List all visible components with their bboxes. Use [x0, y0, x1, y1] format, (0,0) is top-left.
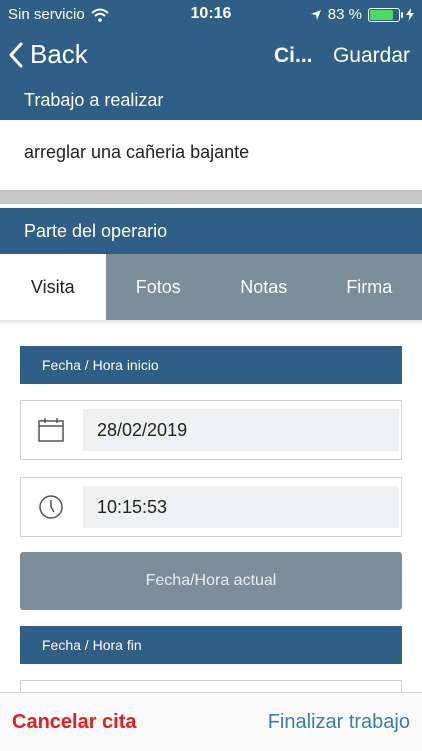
start-date-field[interactable]: 28/02/2019: [20, 400, 402, 460]
work-description: arreglar una cañeria bajante: [24, 142, 249, 163]
section-divider: [0, 190, 422, 204]
start-time-field[interactable]: 10:15:53: [20, 477, 402, 537]
nav-bar: Back Ci... Guardar: [0, 30, 422, 84]
tabs-shadow: [0, 320, 422, 326]
start-date-value[interactable]: 28/02/2019: [83, 409, 399, 451]
save-button[interactable]: Guardar: [333, 44, 410, 68]
clock-icon: [37, 493, 65, 521]
calendar-icon: [37, 416, 65, 444]
back-label: Back: [30, 39, 88, 70]
operator-section-header: Parte del operario: [0, 208, 422, 254]
battery-icon: [368, 8, 400, 22]
nav-title: Ci...: [274, 44, 313, 68]
current-datetime-button[interactable]: Fecha/Hora actual: [20, 552, 402, 610]
end-datetime-label: Fecha / Hora fin: [20, 626, 402, 664]
operator-tabs: Visita Fotos Notas Firma: [0, 254, 422, 320]
tab-firma[interactable]: Firma: [317, 254, 422, 320]
work-section-header: Trabajo a realizar: [0, 80, 422, 120]
tab-notas[interactable]: Notas: [211, 254, 317, 320]
chevron-left-icon: [8, 41, 24, 69]
cancel-appointment-button[interactable]: Cancelar cita: [12, 711, 137, 734]
status-right: 83 %: [310, 6, 414, 23]
battery-percent: 83 %: [328, 6, 362, 23]
charging-icon: [406, 8, 414, 21]
location-arrow-icon: [310, 9, 322, 21]
start-datetime-label: Fecha / Hora inicio: [20, 346, 402, 384]
back-button[interactable]: Back: [8, 39, 88, 70]
tab-fotos[interactable]: Fotos: [106, 254, 212, 320]
finish-job-button[interactable]: Finalizar trabajo: [268, 711, 410, 734]
start-time-value[interactable]: 10:15:53: [83, 486, 399, 528]
tab-visita[interactable]: Visita: [0, 254, 106, 320]
bottom-toolbar: Cancelar cita Finalizar trabajo: [0, 692, 422, 751]
status-bar: Sin servicio 10:16 83 %: [0, 0, 422, 30]
